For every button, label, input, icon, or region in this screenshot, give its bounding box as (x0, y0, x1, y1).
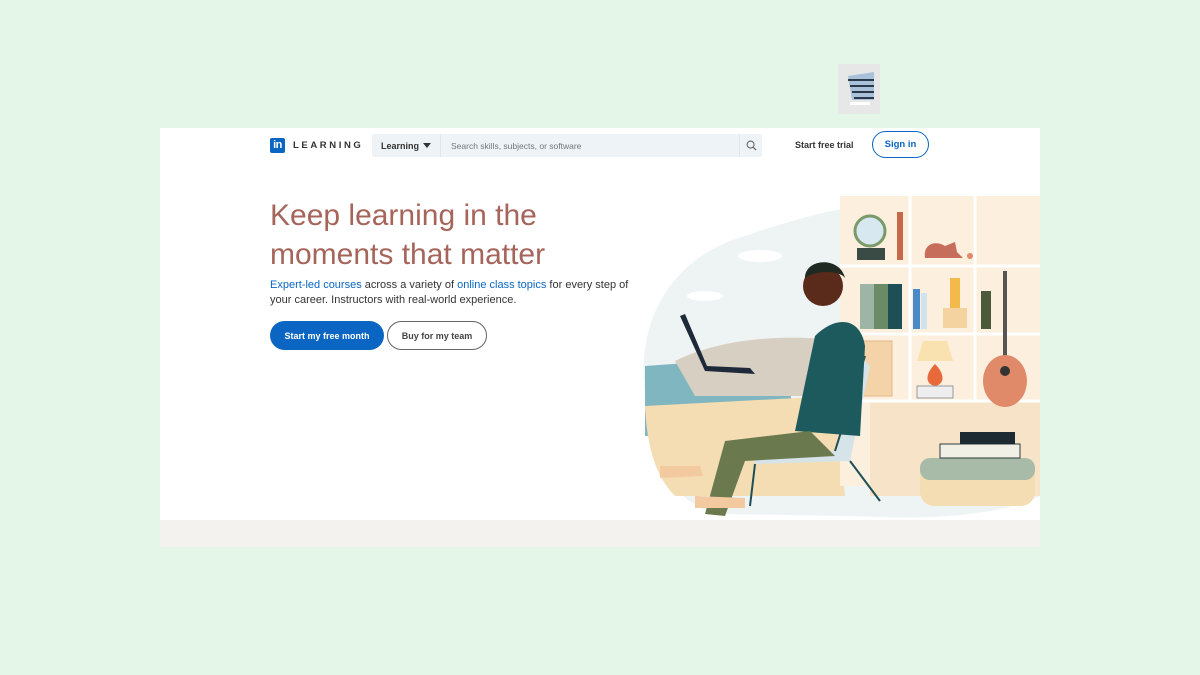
linkedin-logo-icon: in (270, 138, 285, 153)
guitar-neck (1003, 271, 1007, 361)
binder (860, 284, 874, 329)
book (981, 291, 991, 329)
hero-title: Keep learning in the moments that matter (270, 199, 546, 271)
shapes-box (960, 432, 1015, 444)
linkedin-learning-page: in LEARNING Learning Start free trial Si… (160, 128, 1040, 520)
hero-subtitle-text-1: across a variety of (361, 279, 458, 291)
ball (967, 253, 973, 259)
start-free-month-button[interactable]: Start my free month (270, 321, 384, 350)
pouf-top (920, 458, 1035, 480)
guitar-icon (983, 355, 1027, 407)
book (913, 289, 920, 329)
logo[interactable]: in LEARNING (270, 138, 363, 153)
cloud (687, 291, 723, 301)
search-scope-label: Learning (380, 140, 419, 151)
sign-in-button[interactable]: Sign in (872, 131, 929, 158)
shoe (695, 496, 745, 508)
books-stack (939, 443, 1021, 459)
search-scope-dropdown[interactable]: Learning (372, 134, 441, 157)
online-class-topics-link[interactable]: online class topics (457, 279, 546, 291)
cloud (738, 250, 782, 262)
search-bar: Learning (372, 134, 762, 157)
buy-for-team-button[interactable]: Buy for my team (387, 321, 487, 350)
expert-led-courses-link[interactable]: Expert-led courses (270, 279, 362, 291)
globe-stand (857, 248, 885, 260)
vase (950, 278, 960, 308)
search-icon (746, 140, 757, 151)
search-button[interactable] (739, 134, 762, 157)
binder (874, 284, 888, 329)
footer-band (160, 520, 1040, 547)
start-free-trial-link[interactable]: Start free trial (795, 140, 854, 150)
logo-text: LEARNING (293, 140, 364, 151)
thumbnail-icon[interactable] (838, 64, 880, 114)
shoe (660, 466, 703, 478)
hero-subtitle: Expert-led courses across a variety of o… (270, 278, 630, 308)
caret-down-icon (423, 143, 431, 148)
globe-icon (853, 214, 887, 248)
book (921, 293, 927, 329)
hero-illustration (643, 196, 1040, 518)
lamp-shade (917, 341, 953, 361)
guitar-hole (1000, 366, 1010, 376)
stand (943, 308, 967, 328)
book (897, 212, 903, 260)
stacked-lines-icon (848, 72, 874, 105)
clock (916, 385, 954, 399)
search-input[interactable] (441, 139, 739, 152)
binder (888, 284, 902, 329)
